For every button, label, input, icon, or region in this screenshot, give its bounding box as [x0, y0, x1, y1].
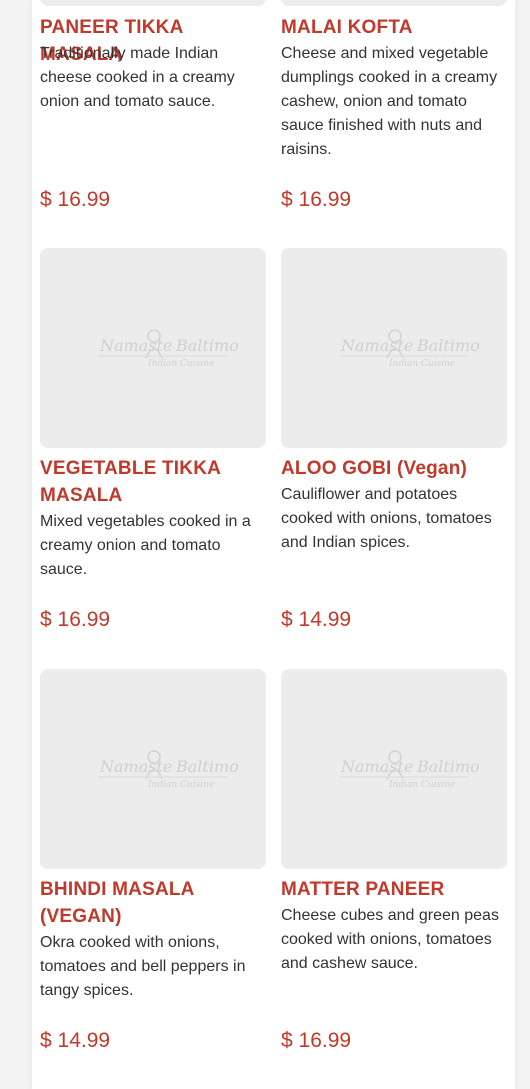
menu-item-image[interactable]: Namaste Baltimore Indian Cuisine — [40, 248, 266, 448]
menu-item-price: $ 14.99 — [40, 1029, 111, 1052]
menu-item-price: $ 16.99 — [281, 1029, 352, 1052]
namaste-baltimore-logo: Namaste Baltimore Indian Cuisine — [98, 750, 238, 790]
svg-text:Baltimore: Baltimore — [175, 757, 238, 776]
menu-item-image[interactable] — [40, 0, 266, 6]
svg-text:Namaste: Namaste — [99, 757, 172, 776]
menu-item-price: $ 14.99 — [281, 608, 352, 631]
menu-item-description: Mixed vegetables cooked in a creamy onio… — [40, 513, 251, 578]
namaste-baltimore-logo: Namaste Baltimore Indian Cuisine — [339, 329, 479, 369]
menu-item-description: Cheese and mixed vegetable dumplings coo… — [281, 45, 498, 158]
menu-item-image[interactable]: Namaste Baltimore Indian Cuisine — [40, 669, 266, 869]
menu-item-description: Cheese cubes and green peas cooked with … — [281, 907, 499, 972]
svg-text:Namaste: Namaste — [340, 757, 413, 776]
menu-item-price: $ 16.99 — [40, 608, 111, 631]
svg-text:Baltimore: Baltimore — [416, 336, 479, 355]
menu-item-title[interactable]: MALAI KOFTA — [281, 14, 507, 41]
menu-page: PANEER TIKKA MASALA Traditionally made I… — [32, 0, 515, 1089]
menu-item-price: $ 16.99 — [281, 188, 352, 211]
namaste-baltimore-logo: Namaste Baltimore Indian Cuisine — [339, 750, 479, 790]
svg-text:Indian Cuisine: Indian Cuisine — [147, 780, 214, 790]
menu-item-description: Okra cooked with onions, tomatoes and be… — [40, 934, 246, 999]
menu-item-title[interactable]: BHINDI MASALA (VEGAN) — [40, 876, 266, 930]
menu-item-title[interactable]: VEGETABLE TIKKA MASALA — [40, 455, 266, 509]
svg-text:Baltimore: Baltimore — [416, 757, 479, 776]
svg-text:Namaste: Namaste — [99, 336, 172, 355]
svg-text:Indian Cuisine: Indian Cuisine — [388, 359, 455, 369]
menu-item-image[interactable]: Namaste Baltimore Indian Cuisine — [281, 669, 507, 869]
menu-item-description: Cauliflower and potatoes cooked with oni… — [281, 486, 492, 551]
menu-item-image[interactable] — [281, 0, 507, 6]
menu-item-image[interactable]: Namaste Baltimore Indian Cuisine — [281, 248, 507, 448]
menu-item-title[interactable]: MATTER PANEER — [281, 876, 507, 903]
svg-text:Namaste: Namaste — [340, 336, 413, 355]
svg-text:Indian Cuisine: Indian Cuisine — [147, 359, 214, 369]
svg-text:Indian Cuisine: Indian Cuisine — [388, 780, 455, 790]
menu-item-price: $ 16.99 — [40, 188, 111, 211]
svg-text:Baltimore: Baltimore — [175, 336, 238, 355]
namaste-baltimore-logo: Namaste Baltimore Indian Cuisine — [98, 329, 238, 369]
menu-item-title[interactable]: ALOO GOBI (Vegan) — [281, 455, 507, 482]
menu-item-description: Traditionally made Indian cheese cooked … — [40, 45, 235, 110]
